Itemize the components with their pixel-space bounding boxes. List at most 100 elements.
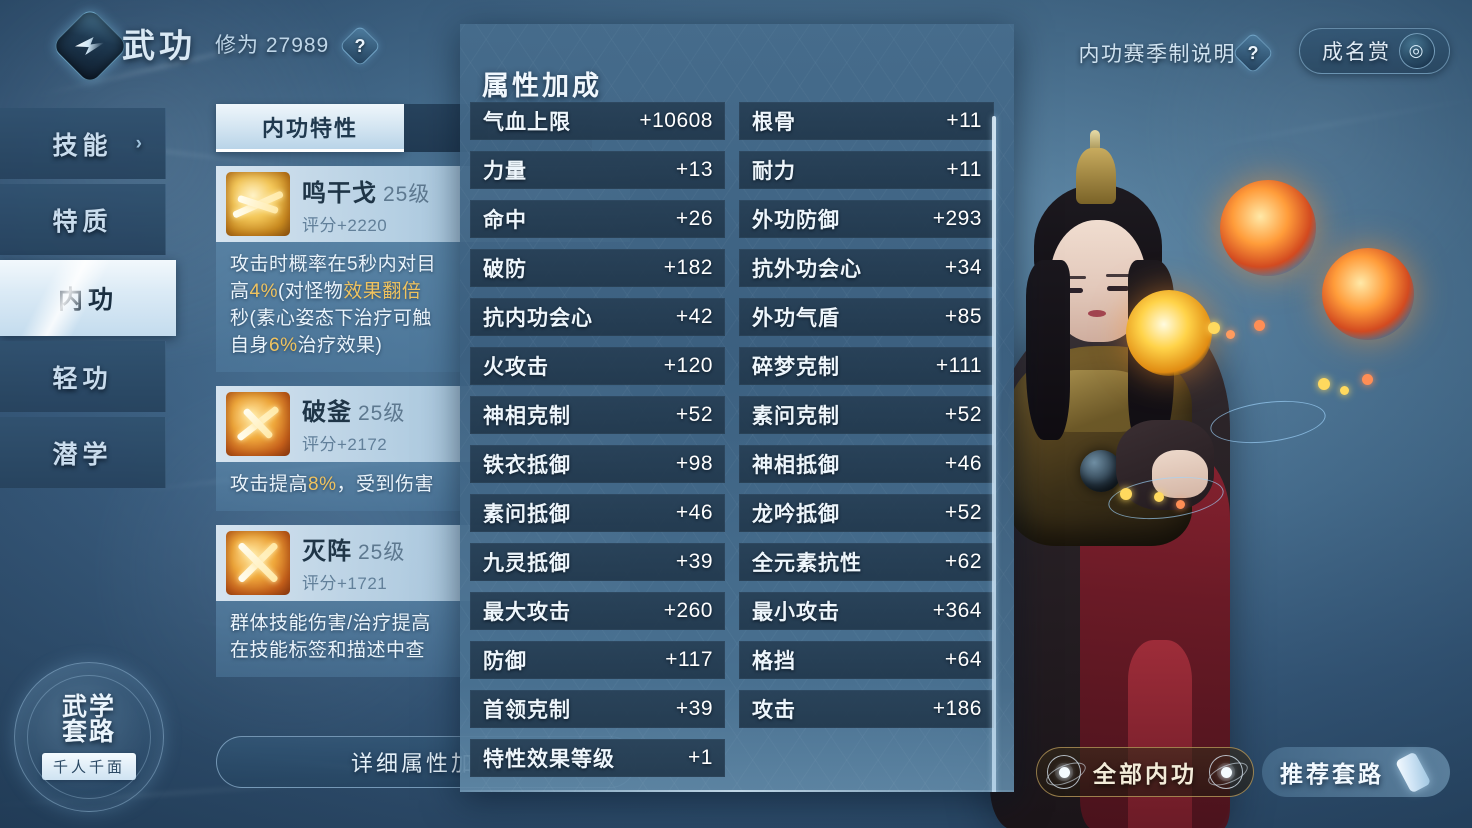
orbit-icon	[1047, 755, 1081, 789]
attribute-name: 破防	[483, 258, 527, 281]
fame-reward-button[interactable]: 成名赏 ◎	[1299, 28, 1450, 74]
question-mark-icon[interactable]: ?	[338, 24, 382, 68]
emblem-title: 武学 套路	[61, 692, 116, 746]
attribute-row: 龙吟抵御 +52	[739, 494, 994, 532]
all-neigong-button[interactable]: 全部内功	[1036, 747, 1254, 797]
attribute-value: +52	[675, 403, 713, 426]
fame-reward-label: 成名赏	[1322, 41, 1391, 64]
skill-level: 25级	[358, 541, 406, 565]
skill-name: 鸣干戈 25级	[302, 173, 430, 208]
attribute-value: +34	[944, 256, 982, 279]
sidebar-item-traits[interactable]: 特质	[0, 184, 166, 255]
sidebar-item-qianxue[interactable]: 潜学	[0, 417, 166, 488]
attribute-row: 神相克制 +52	[470, 396, 725, 434]
attribute-value: +293	[932, 207, 982, 230]
sidebar-item-qinggong[interactable]: 轻功	[0, 341, 166, 412]
sidebar-item-label: 特质	[52, 207, 113, 236]
attribute-value: +46	[675, 501, 713, 524]
scroll-icon	[1387, 745, 1441, 799]
attribute-row: 九灵抵御 +39	[470, 543, 725, 581]
attribute-value: +42	[675, 305, 713, 328]
attribute-name: 命中	[483, 209, 527, 232]
sidebar-item-label: 内功	[57, 286, 118, 314]
martial-routine-emblem[interactable]: 武学 套路 千人千面	[14, 662, 164, 812]
attribute-row: 根骨 +11	[739, 102, 994, 140]
attribute-name: 龙吟抵御	[752, 503, 840, 526]
attribute-name: 神相克制	[483, 405, 571, 428]
sidebar-item-label: 潜学	[52, 440, 113, 469]
tab-neigong-traits[interactable]: 内功特性	[216, 104, 404, 152]
attribute-value: +98	[675, 452, 713, 475]
attribute-value: +117	[665, 648, 713, 671]
attribute-row: 首领克制 +39	[470, 690, 725, 728]
bottom-right-actions: 全部内功 推荐套路	[1036, 746, 1450, 798]
skill-level: 25级	[383, 182, 431, 206]
attribute-name: 气血上限	[483, 111, 571, 134]
attribute-row: 防御 +117	[470, 641, 725, 679]
attribute-value: +260	[663, 599, 713, 622]
gold-halberd-icon	[226, 172, 290, 236]
all-neigong-label: 全部内功	[1093, 761, 1197, 787]
attribute-row: 铁衣抵御 +98	[470, 445, 725, 483]
attribute-row: 火攻击 +120	[470, 347, 725, 385]
attribute-row: 气血上限 +10608	[470, 102, 725, 140]
skill-name-text: 鸣干戈	[302, 179, 377, 207]
attribute-name: 素问抵御	[483, 503, 571, 526]
attribute-name: 碎梦克制	[752, 356, 840, 379]
attribute-row: 碎梦克制 +111	[739, 347, 994, 385]
attribute-name: 全元素抗性	[752, 552, 862, 575]
attribute-rows-grid: 气血上限 +10608 根骨 +11 力量 +13 耐力 +11 命中 +26 外功防御 +293 破防…	[470, 102, 994, 790]
season-note-label[interactable]: 内功赛季制说明	[1079, 38, 1237, 68]
attribute-value: +1	[688, 746, 713, 769]
attribute-value: +26	[675, 207, 713, 230]
attribute-value: +182	[663, 256, 713, 279]
attribute-row: 外功防御 +293	[739, 200, 994, 238]
attribute-name: 特性效果等级	[483, 748, 615, 771]
attribute-value: +13	[675, 158, 713, 181]
vfx-orb	[1220, 180, 1316, 276]
red-axe-icon	[226, 391, 290, 456]
attribute-row: 命中 +26	[470, 200, 725, 238]
sidebar-item-skills[interactable]: 技能 ›	[0, 108, 166, 179]
sidebar-item-neigong[interactable]: 内功	[0, 260, 176, 336]
skill-score: 评分+1721	[302, 574, 388, 594]
left-sidebar: 技能 › 特质 内功 轻功 潜学	[0, 108, 176, 493]
attribute-name: 根骨	[752, 111, 796, 134]
attribute-value: +111	[935, 354, 982, 377]
attribute-name: 抗内功会心	[483, 307, 593, 330]
recommend-routine-button[interactable]: 推荐套路	[1262, 747, 1450, 797]
attribute-row: 特性效果等级 +1	[470, 739, 725, 777]
attribute-row: 最大攻击 +260	[470, 592, 725, 630]
attribute-row: 力量 +13	[470, 151, 725, 189]
attribute-value: +85	[944, 305, 982, 328]
attribute-row-empty	[739, 739, 994, 777]
app-emblem-icon	[50, 6, 130, 86]
skill-level: 25级	[358, 402, 406, 426]
skill-name: 破釜 25级	[302, 392, 405, 427]
vfx-orb	[1322, 248, 1414, 340]
attribute-value: +10608	[639, 109, 713, 132]
sidebar-item-label: 轻功	[52, 364, 113, 393]
attribute-value: +39	[675, 550, 713, 573]
attribute-name: 神相抵御	[752, 454, 840, 477]
character-crown	[1076, 148, 1116, 204]
attribute-value: +64	[944, 648, 982, 671]
attribute-name: 攻击	[752, 699, 796, 722]
skill-name-text: 破釜	[302, 399, 352, 427]
attribute-value: +11	[946, 158, 982, 181]
attribute-row: 外功气盾 +85	[739, 298, 994, 336]
attribute-row: 抗内功会心 +42	[470, 298, 725, 336]
attribute-name: 力量	[483, 160, 527, 183]
attribute-bonus-panel: 属性加成 气血上限 +10608 根骨 +11 力量 +13 耐力 +11 命中 +26 外功防御 +…	[460, 24, 1014, 792]
attribute-value: +120	[663, 354, 713, 377]
question-mark-icon[interactable]: ?	[1231, 31, 1275, 75]
skill-score: 评分+2172	[302, 435, 388, 455]
attribute-name: 火攻击	[483, 356, 549, 379]
chevron-right-icon: ›	[135, 132, 147, 154]
attribute-name: 外功防御	[752, 209, 840, 232]
orbit-icon	[1209, 755, 1243, 789]
attribute-value: +11	[946, 109, 982, 132]
vertical-scrollbar[interactable]	[992, 116, 996, 792]
attribute-row: 抗外功会心 +34	[739, 249, 994, 287]
attribute-name: 抗外功会心	[752, 258, 862, 281]
